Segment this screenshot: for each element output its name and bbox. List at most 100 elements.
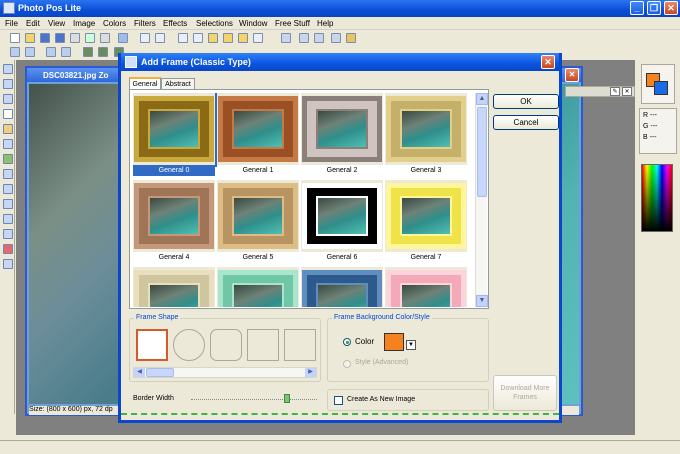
border-width-slider-thumb[interactable] <box>284 394 290 403</box>
image-window-close-button[interactable]: ✕ <box>565 68 579 82</box>
background-color-swatch-picker[interactable] <box>384 333 404 351</box>
menu-colors[interactable]: Colors <box>103 19 126 28</box>
frame-preview[interactable] <box>301 180 383 252</box>
rotate-right-icon[interactable] <box>25 47 35 57</box>
menu-file[interactable]: File <box>5 19 18 28</box>
frame-preview[interactable] <box>301 93 383 165</box>
image-adjust-icon[interactable] <box>98 47 108 57</box>
download-frames-button[interactable]: Download More Frames <box>493 375 557 411</box>
redo-icon[interactable] <box>155 33 165 43</box>
flip-horizontal-icon[interactable] <box>46 47 56 57</box>
hand-tool-icon[interactable] <box>3 94 13 104</box>
print-icon[interactable] <box>70 33 80 43</box>
frame-preview[interactable] <box>133 267 215 307</box>
zoom-tool-icon[interactable] <box>3 79 13 89</box>
new-icon[interactable] <box>10 33 20 43</box>
pointer-tool-icon[interactable] <box>3 64 13 74</box>
dialog-close-button[interactable]: ✕ <box>541 55 555 69</box>
magic-wand-tool-icon[interactable] <box>3 124 13 134</box>
window-icon[interactable] <box>331 33 341 43</box>
frame-thumbnail[interactable]: General 6 <box>301 180 383 264</box>
menu-edit[interactable]: Edit <box>26 19 40 28</box>
copy-icon[interactable] <box>193 33 203 43</box>
scan-icon[interactable] <box>85 33 95 43</box>
shape-cut-corners[interactable] <box>247 329 279 361</box>
text-tool-icon[interactable] <box>3 244 13 254</box>
layer-close-icon[interactable]: ✕ <box>622 87 632 96</box>
capture-icon[interactable] <box>118 33 128 43</box>
menu-help[interactable]: Help <box>317 19 333 28</box>
frame-preview[interactable] <box>301 267 383 307</box>
frame-list-scrollbar[interactable]: ▲ ▼ <box>475 93 488 307</box>
minimize-button[interactable]: _ <box>630 1 644 15</box>
frame-preview[interactable] <box>385 93 467 165</box>
frame-preview[interactable] <box>385 180 467 252</box>
frame-preview[interactable] <box>217 267 299 307</box>
shape-rectangle[interactable] <box>136 329 168 361</box>
scroll-up-icon[interactable]: ▲ <box>476 93 488 105</box>
clone-tool-icon[interactable] <box>3 199 13 209</box>
frame-preview[interactable] <box>217 93 299 165</box>
menu-window[interactable]: Window <box>239 19 267 28</box>
scroll-right-icon[interactable]: ▶ <box>305 368 316 377</box>
frame-thumbnail[interactable] <box>385 267 467 307</box>
frame-preview[interactable] <box>385 267 467 307</box>
layer-link-icon[interactable]: ✎ <box>610 87 620 96</box>
frame-thumbnail[interactable]: General 1 <box>217 93 299 177</box>
scroll-left-icon[interactable]: ◀ <box>134 368 145 377</box>
fill-tool-icon[interactable] <box>3 214 13 224</box>
flip-vertical-icon[interactable] <box>61 47 71 57</box>
color-radio[interactable] <box>343 338 351 346</box>
pencil-tool-icon[interactable] <box>3 154 13 164</box>
frame-preview[interactable] <box>217 180 299 252</box>
color-dropdown-icon[interactable]: ▼ <box>406 340 416 350</box>
frame-thumbnail[interactable] <box>217 267 299 307</box>
frame-thumbnail[interactable]: General 7 <box>385 180 467 264</box>
gradient-tool-icon[interactable] <box>3 229 13 239</box>
menu-filters[interactable]: Filters <box>134 19 156 28</box>
brush-tool-icon[interactable] <box>3 169 13 179</box>
style-radio[interactable] <box>343 360 351 368</box>
camera-icon[interactable] <box>100 33 110 43</box>
menu-view[interactable]: View <box>48 19 65 28</box>
save-as-icon[interactable] <box>55 33 65 43</box>
paste-icon[interactable] <box>208 33 218 43</box>
background-color-swatch[interactable] <box>654 81 668 95</box>
ok-button[interactable]: OK <box>493 94 559 109</box>
menu-image[interactable]: Image <box>73 19 95 28</box>
paste-new-icon[interactable] <box>223 33 233 43</box>
menu-effects[interactable]: Effects <box>163 19 187 28</box>
maximize-button[interactable]: ❐ <box>647 1 661 15</box>
shape-rounded[interactable] <box>210 329 242 361</box>
undo-icon[interactable] <box>140 33 150 43</box>
cancel-button[interactable]: Cancel <box>493 115 559 130</box>
paste-into-icon[interactable] <box>238 33 248 43</box>
move-tool-icon[interactable] <box>3 139 13 149</box>
frame-thumbnail[interactable]: General 2 <box>301 93 383 177</box>
shape-circle[interactable] <box>173 329 205 361</box>
frame-thumbnail[interactable]: General 4 <box>133 180 215 264</box>
airbrush-tool-icon[interactable] <box>3 184 13 194</box>
shape-scroll-thumb[interactable] <box>146 368 174 377</box>
frame-thumbnail[interactable]: General 5 <box>217 180 299 264</box>
tools-icon[interactable] <box>281 33 291 43</box>
frame-thumbnail[interactable] <box>133 267 215 307</box>
border-width-slider[interactable] <box>191 399 317 400</box>
frame-thumbnail[interactable] <box>301 267 383 307</box>
crop-icon[interactable] <box>314 33 324 43</box>
frame-preview[interactable] <box>133 93 217 167</box>
shape-scrollbar[interactable]: ◀ ▶ <box>133 367 317 378</box>
color-palette[interactable] <box>641 164 673 232</box>
shape-beveled[interactable] <box>284 329 316 361</box>
save-icon[interactable] <box>40 33 50 43</box>
resize-icon[interactable] <box>299 33 309 43</box>
image-icon[interactable] <box>83 47 93 57</box>
rotate-left-icon[interactable] <box>10 47 20 57</box>
eraser-tool-icon[interactable] <box>3 259 13 269</box>
delete-icon[interactable] <box>253 33 263 43</box>
frame-thumbnail[interactable]: General 3 <box>385 93 467 177</box>
create-new-checkbox[interactable] <box>334 396 343 405</box>
select-rect-tool-icon[interactable] <box>3 109 13 119</box>
cut-icon[interactable] <box>178 33 188 43</box>
close-button[interactable]: ✕ <box>664 1 678 15</box>
